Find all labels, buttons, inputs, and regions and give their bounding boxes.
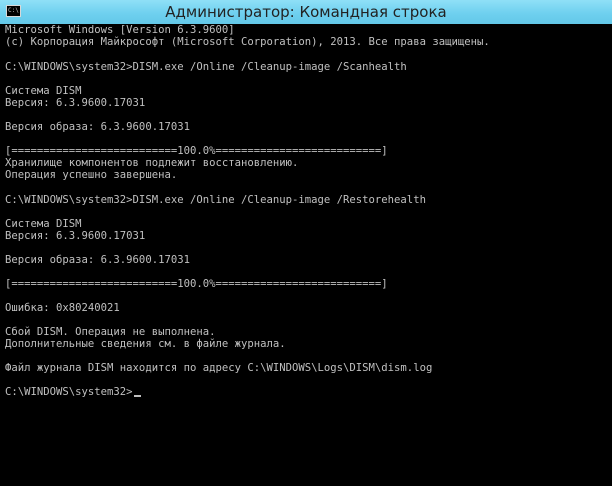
- console-line: Microsoft Windows [Version 6.3.9600]: [5, 24, 235, 36]
- console-line: Версия образа: 6.3.9600.17031: [5, 121, 190, 133]
- prompt-text: C:\WINDOWS\system32>: [5, 386, 133, 398]
- console-line: Cистема DISM: [5, 85, 82, 97]
- console-line: Хранилище компонентов подлежит восстанов…: [5, 157, 299, 169]
- console-line: Cистема DISM: [5, 218, 82, 230]
- console-line: Версия: 6.3.9600.17031: [5, 230, 146, 242]
- console-line: (c) Корпорация Майкрософт (Microsoft Cor…: [5, 36, 490, 48]
- title-bar[interactable]: C:\ Администратор: Командная строка: [0, 0, 612, 24]
- console-line: Операция успешно завершена.: [5, 169, 178, 181]
- error-code: Ошибка: 0x80240021: [5, 302, 120, 314]
- progress-bar-text: [==========================100.0%=======…: [5, 145, 388, 157]
- console-output[interactable]: Microsoft Windows [Version 6.3.9600] (c)…: [0, 24, 612, 486]
- console-line: Сбой DISM. Операция не выполнена.: [5, 326, 216, 338]
- progress-bar-text: [==========================100.0%=======…: [5, 278, 388, 290]
- command-prompt-line[interactable]: C:\WINDOWS\system32>: [5, 386, 141, 398]
- console-line: C:\WINDOWS\system32>DISM.exe /Online /Cl…: [5, 61, 407, 73]
- console-line: Версия образа: 6.3.9600.17031: [5, 254, 190, 266]
- console-line: Дополнительные сведения см. в файле журн…: [5, 338, 286, 350]
- console-line: C:\WINDOWS\system32>DISM.exe /Online /Cl…: [5, 194, 426, 206]
- console-line: Версия: 6.3.9600.17031: [5, 97, 146, 109]
- text-cursor: [133, 395, 141, 397]
- console-line: Файл журнала DISM находится по адресу C:…: [5, 362, 433, 374]
- window-title: Администратор: Командная строка: [165, 3, 447, 21]
